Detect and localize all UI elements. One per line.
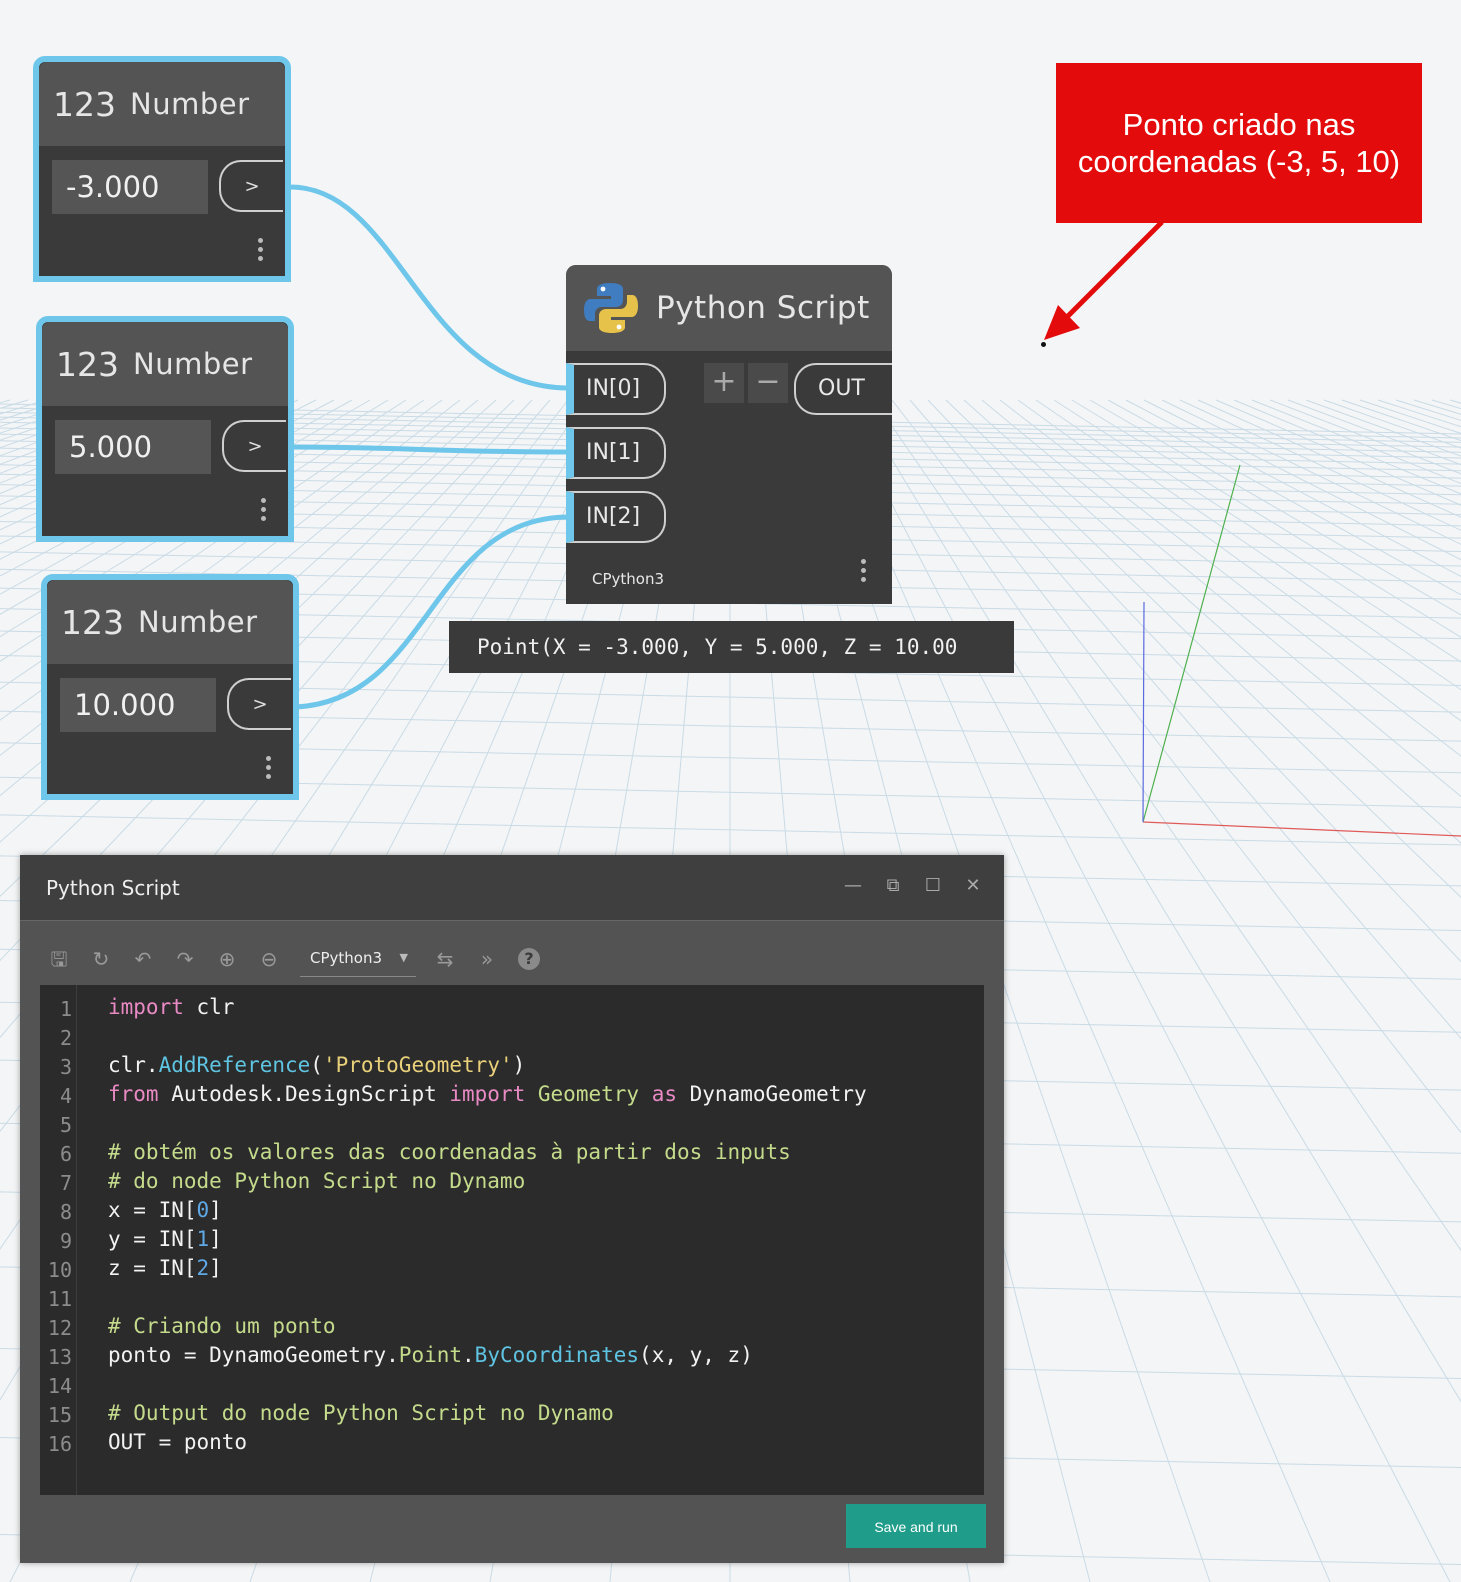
line-number: 12: [47, 1316, 72, 1340]
revert-icon[interactable]: ↻: [90, 948, 112, 970]
engine-dropdown[interactable]: CPython3 ▼: [300, 941, 416, 977]
line-number: 6: [59, 1142, 72, 1166]
node-menu-icon[interactable]: [266, 756, 272, 783]
code-line[interactable]: import clr: [108, 995, 234, 1019]
python-script-node[interactable]: Python Script IN[0] IN[1] IN[2] + − OUT …: [566, 265, 892, 604]
line-number: 9: [59, 1229, 72, 1253]
node-menu-icon[interactable]: [258, 238, 264, 265]
code-editor[interactable]: 1 2 3 4 5 6 7 8 9 10 11 12 13 14 15 16 i…: [40, 985, 984, 1495]
code-line[interactable]: # Criando um ponto: [108, 1314, 336, 1338]
code-line[interactable]: # obtém os valores das coordenadas à par…: [108, 1140, 791, 1164]
line-number: 15: [47, 1403, 72, 1427]
line-number: 3: [59, 1055, 72, 1079]
line-number: 7: [59, 1171, 72, 1195]
node-title: Number: [133, 347, 253, 381]
input-port-1[interactable]: IN[1]: [566, 427, 666, 479]
code-line[interactable]: OUT = ponto: [108, 1430, 247, 1454]
line-number: 10: [47, 1258, 72, 1282]
input-port-0[interactable]: IN[0]: [566, 363, 666, 415]
editor-title: Python Script: [46, 875, 180, 900]
migration-icon[interactable]: ⇆: [434, 948, 456, 970]
help-icon[interactable]: ?: [518, 948, 540, 970]
number-input-y[interactable]: 5.000: [55, 420, 211, 474]
remove-input-button[interactable]: −: [748, 363, 788, 403]
chevron-down-icon: ▼: [399, 951, 408, 964]
window-controls: — ⧉ ☐ ✕: [842, 875, 984, 897]
node-menu-icon[interactable]: [261, 498, 267, 525]
number-node-y[interactable]: 123 Number 5.000 >: [36, 316, 294, 542]
code-line[interactable]: y = IN[1]: [108, 1227, 222, 1251]
node-title: Number: [130, 87, 250, 121]
python-node-header[interactable]: Python Script: [566, 265, 892, 351]
minimize-icon[interactable]: —: [842, 875, 864, 897]
number-node-z[interactable]: 123 Number 10.000 >: [41, 574, 299, 800]
callout-line-2: coordenadas (-3, 5, 10): [1077, 144, 1401, 179]
code-line[interactable]: from Autodesk.DesignScript import Geomet…: [108, 1082, 867, 1106]
python-editor-window[interactable]: Python Script — ⧉ ☐ ✕ 🖫 ↻ ↶ ↷ ⊕ ⊖ CPytho…: [20, 855, 1004, 1563]
output-port[interactable]: >: [227, 678, 291, 730]
node-preview-bubble[interactable]: Point(X = -3.000, Y = 5.000, Z = 10.00: [449, 621, 1014, 673]
number-icon: 123: [53, 84, 116, 124]
number-node-x[interactable]: 123 Number -3.000 >: [33, 56, 291, 282]
line-number: 8: [59, 1200, 72, 1224]
annotation-callout: Ponto criado nas coordenadas (-3, 5, 10): [1056, 63, 1422, 223]
number-node-header[interactable]: 123 Number: [47, 580, 293, 664]
node-menu-icon[interactable]: [861, 559, 867, 586]
input-port-2[interactable]: IN[2]: [566, 491, 666, 543]
line-number: 2: [59, 1026, 72, 1050]
maximize-icon[interactable]: ☐: [922, 875, 944, 897]
code-line[interactable]: ponto = DynamoGeometry.Point.ByCoordinat…: [108, 1343, 753, 1367]
engine-label: CPython3: [592, 570, 665, 588]
code-line[interactable]: z = IN[2]: [108, 1256, 222, 1280]
engine-dropdown-value: CPython3: [310, 949, 383, 967]
undo-icon[interactable]: ↶: [132, 948, 154, 970]
line-number: 16: [47, 1432, 72, 1456]
output-port[interactable]: >: [222, 420, 286, 472]
line-number: 13: [47, 1345, 72, 1369]
number-input-z[interactable]: 10.000: [60, 678, 216, 732]
zoom-out-icon[interactable]: ⊖: [258, 948, 280, 970]
close-icon[interactable]: ✕: [962, 875, 984, 897]
code-line[interactable]: clr.AddReference('ProtoGeometry'): [108, 1053, 525, 1077]
node-title: Python Script: [656, 290, 870, 326]
number-node-header[interactable]: 123 Number: [42, 322, 288, 406]
number-icon: 123: [56, 344, 119, 384]
save-and-run-button[interactable]: Save and run: [846, 1504, 986, 1548]
line-number: 5: [59, 1113, 72, 1137]
zoom-in-icon[interactable]: ⊕: [216, 948, 238, 970]
number-icon: 123: [61, 602, 124, 642]
number-node-header[interactable]: 123 Number: [39, 62, 285, 146]
number-input-x[interactable]: -3.000: [52, 160, 208, 214]
line-number: 14: [47, 1374, 72, 1398]
editor-toolbar: 🖫 ↻ ↶ ↷ ⊕ ⊖ CPython3 ▼ ⇆ » ?: [48, 939, 540, 979]
redo-icon[interactable]: ↷: [174, 948, 196, 970]
line-number: 4: [59, 1084, 72, 1108]
code-line[interactable]: # do node Python Script no Dynamo: [108, 1169, 525, 1193]
python-logo-icon: [584, 283, 638, 333]
code-line[interactable]: x = IN[0]: [108, 1198, 222, 1222]
save-icon[interactable]: 🖫: [48, 948, 70, 970]
callout-line-1: Ponto criado nas: [1122, 107, 1356, 142]
line-number: 1: [59, 997, 72, 1021]
output-port-out[interactable]: OUT: [794, 363, 892, 415]
code-line[interactable]: # Output do node Python Script no Dynamo: [108, 1401, 614, 1425]
line-number: 11: [47, 1287, 72, 1311]
node-title: Number: [138, 605, 258, 639]
add-input-button[interactable]: +: [704, 363, 744, 403]
restore-icon[interactable]: ⧉: [882, 875, 904, 897]
more-icon[interactable]: »: [476, 948, 498, 970]
output-port[interactable]: >: [219, 160, 283, 212]
point-geometry[interactable]: [1041, 342, 1046, 347]
